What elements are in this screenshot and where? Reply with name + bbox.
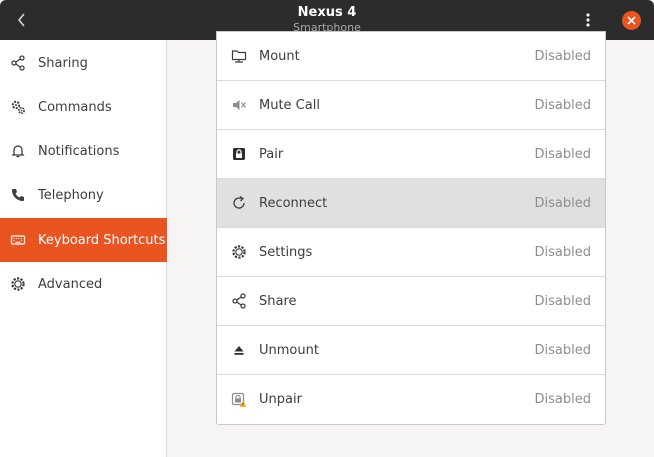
content-area: Mount Disabled Mute Call Disabled Pair D…: [168, 31, 654, 457]
sidebar-item-sharing[interactable]: Sharing: [0, 41, 167, 85]
gears-icon: [10, 99, 26, 115]
app-window: Nexus 4 Smartphone Sharing Commands Noti…: [0, 0, 654, 457]
shortcut-row-unmount[interactable]: Unmount Disabled: [217, 326, 605, 375]
back-button[interactable]: [8, 6, 36, 34]
close-button[interactable]: [622, 11, 641, 30]
refresh-icon: [231, 195, 247, 211]
shortcut-value: Disabled: [534, 97, 591, 113]
sidebar: Sharing Commands Notifications Telephony…: [0, 40, 167, 457]
close-icon: [627, 16, 636, 25]
gear-icon: [231, 244, 247, 260]
shortcut-value: Disabled: [534, 48, 591, 64]
sidebar-item-label: Keyboard Shortcuts: [38, 232, 166, 248]
shortcuts-list: Mount Disabled Mute Call Disabled Pair D…: [216, 31, 606, 425]
eject-icon: [231, 342, 247, 358]
shortcut-row-share[interactable]: Share Disabled: [217, 277, 605, 326]
shortcut-value: Disabled: [534, 146, 591, 162]
sidebar-item-advanced[interactable]: Advanced: [0, 262, 167, 306]
shortcut-row-reconnect[interactable]: Reconnect Disabled: [217, 179, 605, 228]
sidebar-item-keyboard-shortcuts[interactable]: Keyboard Shortcuts: [0, 218, 167, 262]
keyboard-icon: [10, 232, 26, 248]
sidebar-item-telephony[interactable]: Telephony: [0, 173, 167, 217]
shortcut-row-mute-call[interactable]: Mute Call Disabled: [217, 81, 605, 130]
bell-icon: [10, 143, 26, 159]
phone-icon: [10, 187, 26, 203]
shortcut-value: Disabled: [534, 244, 591, 260]
sidebar-item-label: Sharing: [38, 55, 88, 71]
shortcut-row-unpair[interactable]: Unpair Disabled: [217, 375, 605, 424]
sidebar-item-label: Commands: [38, 99, 112, 115]
sidebar-item-label: Telephony: [38, 187, 104, 203]
shortcut-row-settings[interactable]: Settings Disabled: [217, 228, 605, 277]
shortcut-value: Disabled: [534, 195, 591, 211]
menu-button[interactable]: [576, 8, 600, 32]
share-icon: [231, 293, 247, 309]
shortcut-value: Disabled: [534, 392, 591, 407]
shortcut-value: Disabled: [534, 342, 591, 358]
share-icon: [10, 55, 26, 71]
sidebar-item-commands[interactable]: Commands: [0, 85, 167, 129]
speaker-muted-icon: [231, 97, 247, 113]
shortcut-row-mount[interactable]: Mount Disabled: [217, 32, 605, 81]
page-title: Nexus 4: [297, 5, 357, 20]
lock-icon: [231, 146, 247, 162]
kebab-menu-icon: [586, 13, 590, 27]
folder-mount-icon: [231, 48, 247, 64]
sidebar-item-notifications[interactable]: Notifications: [0, 129, 167, 173]
sidebar-item-label: Notifications: [38, 143, 120, 159]
gear-icon: [10, 276, 26, 292]
chevron-left-icon: [17, 12, 27, 28]
lock-warning-icon: [231, 392, 247, 408]
sidebar-item-label: Advanced: [38, 276, 103, 292]
shortcut-value: Disabled: [534, 293, 591, 309]
shortcut-row-pair[interactable]: Pair Disabled: [217, 130, 605, 179]
